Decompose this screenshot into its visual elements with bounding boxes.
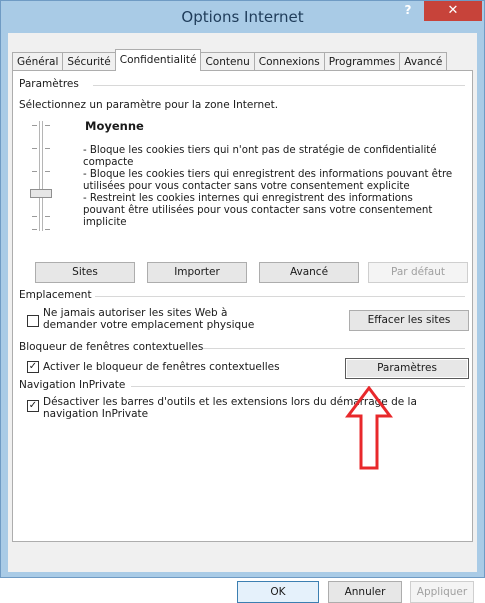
slider-tick xyxy=(45,229,50,230)
slider-tick xyxy=(45,216,50,217)
parametres-group-label: Paramètres xyxy=(19,78,79,90)
internet-options-window: Options Internet ? ✕ Général Sécurité Co… xyxy=(0,0,485,603)
tab-securite[interactable]: Sécurité xyxy=(62,52,116,71)
tab-confidentialite[interactable]: Confidentialité xyxy=(114,49,202,71)
disable-toolbars-checkbox[interactable]: ✓ xyxy=(27,400,39,412)
description-line: - Bloque les cookies tiers qui n'ont pas… xyxy=(83,145,437,168)
privacy-level-slider[interactable] xyxy=(39,121,43,231)
red-arrow-annotation xyxy=(345,386,393,470)
never-allow-location-checkbox[interactable] xyxy=(27,315,39,327)
description-line: - Bloque les cookies tiers qui enregistr… xyxy=(83,169,453,192)
emplacement-group-divider xyxy=(95,296,465,297)
avance-button[interactable]: Avancé xyxy=(259,262,359,283)
popup-blocker-checkbox[interactable]: ✓ xyxy=(27,361,39,373)
slider-tick xyxy=(32,229,37,230)
annuler-button[interactable]: Annuler xyxy=(328,581,402,603)
privacy-tab-panel: Paramètres Sélectionnez un paramètre pou… xyxy=(12,70,473,542)
sites-button[interactable]: Sites xyxy=(35,262,135,283)
dialog-client-area: Général Sécurité Confidentialité Contenu… xyxy=(8,33,477,603)
privacy-level-description: - Bloque les cookies tiers qui n'ont pas… xyxy=(83,145,453,229)
slider-tick xyxy=(32,216,37,217)
par-defaut-button[interactable]: Par défaut xyxy=(368,262,468,283)
slider-tick xyxy=(45,171,50,172)
parametres-group-divider xyxy=(93,85,465,86)
zone-instruction: Sélectionnez un paramètre pour la zone I… xyxy=(19,99,279,111)
popup-blocker-label: Activer le bloqueur de fenêtres contextu… xyxy=(43,361,280,373)
never-allow-location-label: Ne jamais autoriser les sites Web à dema… xyxy=(43,307,255,331)
disable-toolbars-label: Désactiver les barres d'outils et les ex… xyxy=(43,396,417,420)
description-line: - Restreint les cookies internes qui enr… xyxy=(83,193,433,228)
tab-strip: Général Sécurité Confidentialité Contenu… xyxy=(12,49,448,71)
tab-contenu[interactable]: Contenu xyxy=(200,52,255,71)
effacer-sites-button[interactable]: Effacer les sites xyxy=(349,310,469,331)
popup-parametres-button[interactable]: Paramètres xyxy=(345,358,469,379)
slider-tick xyxy=(32,171,37,172)
bloqueur-group-label: Bloqueur de fenêtres contextuelles xyxy=(19,341,204,353)
tab-programmes[interactable]: Programmes xyxy=(323,52,401,71)
title-bar[interactable]: Options Internet ? ✕ xyxy=(1,1,484,33)
bloqueur-group-divider xyxy=(203,348,465,349)
privacy-level-name: Moyenne xyxy=(85,119,144,133)
ok-button[interactable]: OK xyxy=(237,581,319,603)
emplacement-group-label: Emplacement xyxy=(19,289,92,301)
help-button[interactable]: ? xyxy=(393,1,423,21)
slider-thumb[interactable] xyxy=(30,189,52,198)
slider-tick xyxy=(32,148,37,149)
tab-avance[interactable]: Avancé xyxy=(399,52,448,71)
inprivate-group-label: Navigation InPrivate xyxy=(19,379,126,391)
tab-connexions[interactable]: Connexions xyxy=(253,52,325,71)
tab-general[interactable]: Général xyxy=(12,52,64,71)
slider-tick xyxy=(45,148,50,149)
inprivate-group-divider xyxy=(131,386,465,387)
appliquer-button[interactable]: Appliquer xyxy=(410,581,474,603)
slider-tick xyxy=(45,125,50,126)
close-button[interactable]: ✕ xyxy=(424,1,482,21)
slider-tick xyxy=(32,125,37,126)
importer-button[interactable]: Importer xyxy=(147,262,247,283)
